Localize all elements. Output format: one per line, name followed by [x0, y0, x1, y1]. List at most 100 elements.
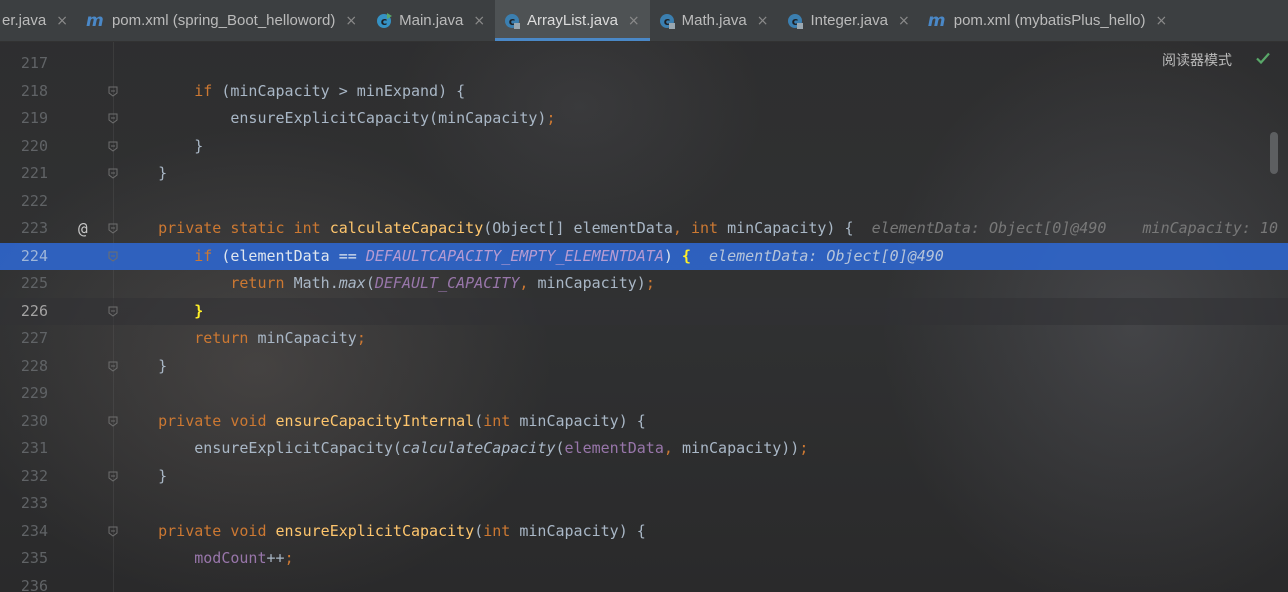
close-tab-icon[interactable]: × — [628, 13, 640, 29]
line-number[interactable]: 222 — [0, 188, 48, 216]
editor-tab[interactable]: c Math.java × — [650, 0, 779, 41]
inline-debug-value: elementData: Object[0]@490 minCapacity: … — [853, 219, 1278, 237]
line-number[interactable]: 233 — [0, 490, 48, 518]
line-number[interactable]: 236 — [0, 573, 48, 592]
line-number[interactable]: 219 — [0, 105, 48, 133]
code-line[interactable]: 218 if (minCapacity > minExpand) { — [0, 78, 1288, 106]
code-token: private static int — [158, 219, 330, 237]
editor-tab[interactable]: m pom.xml (spring_Boot_helloword) × — [78, 0, 367, 41]
code-token: ( — [365, 274, 375, 292]
reader-mode-button[interactable]: 阅读器模式 — [1162, 50, 1232, 70]
fold-marker-icon[interactable] — [108, 526, 118, 537]
close-tab-icon[interactable]: × — [1155, 13, 1167, 29]
code-token: minCapacity)) — [681, 439, 800, 457]
code-line[interactable]: 233 — [0, 490, 1288, 518]
code-token: } — [158, 466, 168, 485]
code-line[interactable]: 224 if (elementData == DEFAULTCAPACITY_E… — [0, 242, 1288, 271]
line-number[interactable]: 229 — [0, 380, 48, 408]
code-line[interactable]: 231 ensureExplicitCapacity(calculateCapa… — [0, 435, 1288, 463]
line-number[interactable]: 225 — [0, 270, 48, 298]
code-line[interactable]: 226 } — [0, 297, 1288, 326]
code-line[interactable]: 236 — [0, 573, 1288, 592]
code-token: , — [672, 219, 691, 237]
editor-tab[interactable]: c Integer.java × — [778, 0, 919, 41]
code-line[interactable]: 229 — [0, 380, 1288, 408]
close-tab-icon[interactable]: × — [473, 13, 485, 29]
editor-tab[interactable]: c ArrayList.java × — [495, 0, 650, 41]
code-text: } — [122, 463, 167, 491]
inspection-ok-icon[interactable] — [1254, 49, 1272, 67]
code-token: if — [194, 81, 213, 100]
code-token: ; — [799, 439, 809, 457]
line-number[interactable]: 234 — [0, 518, 48, 546]
code-line[interactable]: 235 modCount++; — [0, 545, 1288, 573]
line-number[interactable]: 228 — [0, 353, 48, 381]
line-number[interactable]: 223 — [0, 215, 48, 243]
code-token: , — [519, 274, 538, 292]
code-line[interactable]: 230 private void ensureCapacityInternal(… — [0, 408, 1288, 436]
line-number[interactable]: 220 — [0, 133, 48, 161]
editor-tab[interactable]: c Main.java × — [367, 0, 495, 41]
editor-tab[interactable]: m pom.xml (mybatisPlus_hello) × — [920, 0, 1177, 41]
fold-marker-icon[interactable] — [108, 251, 118, 262]
fold-marker-icon[interactable] — [108, 141, 118, 152]
code-line[interactable]: 221 } — [0, 160, 1288, 188]
code-text: } — [122, 133, 203, 161]
fold-marker-icon[interactable] — [108, 361, 118, 372]
line-number[interactable]: 226 — [0, 298, 48, 326]
editor-tab[interactable]: er.java × — [0, 0, 78, 41]
line-number[interactable]: 230 — [0, 408, 48, 436]
code-token: minCapacity — [257, 329, 357, 347]
code-token: int — [483, 411, 520, 430]
line-number[interactable]: 227 — [0, 325, 48, 353]
code-token: ensureExplicitCapacity( — [194, 439, 402, 457]
inline-debug-value: elementData: Object[0]@490 — [690, 246, 944, 265]
code-token: (minCapacity > minExpand) { — [212, 81, 466, 100]
close-tab-icon[interactable]: × — [757, 13, 769, 29]
fold-marker-icon[interactable] — [108, 306, 118, 317]
code-line[interactable]: 228 } — [0, 353, 1288, 381]
close-tab-icon[interactable]: × — [345, 13, 357, 29]
line-number[interactable]: 224 — [0, 243, 48, 271]
code-token: (Object[] elementData — [483, 219, 673, 237]
close-tab-icon[interactable]: × — [56, 13, 68, 29]
line-number[interactable]: 217 — [0, 50, 48, 78]
editor-tab-label: Main.java — [399, 12, 464, 29]
fold-marker-icon[interactable] — [108, 471, 118, 482]
fold-marker-icon[interactable] — [108, 416, 118, 427]
editor-tab-label: pom.xml (mybatisPlus_hello) — [953, 12, 1146, 29]
line-number[interactable]: 231 — [0, 435, 48, 463]
code-line[interactable]: 222 — [0, 188, 1288, 216]
code-line[interactable]: 227 return minCapacity; — [0, 325, 1288, 353]
code-line[interactable]: 225 return Math.max(DEFAULT_CAPACITY, mi… — [0, 270, 1288, 298]
vertical-scrollbar-thumb[interactable] — [1270, 132, 1278, 174]
code-text: private static int calculateCapacity(Obj… — [122, 215, 1278, 243]
code-line[interactable]: 220 } — [0, 133, 1288, 161]
fold-marker-icon[interactable] — [108, 113, 118, 124]
java-class-icon: c — [786, 12, 804, 30]
code-token: { — [681, 246, 691, 265]
line-number[interactable]: 218 — [0, 78, 48, 106]
code-token: if — [194, 246, 213, 265]
code-line[interactable]: 234 private void ensureExplicitCapacity(… — [0, 518, 1288, 546]
editor-tab-label: ArrayList.java — [527, 12, 618, 29]
code-line[interactable]: 223 @ private static int calculateCapacit… — [0, 215, 1288, 243]
code-text: return minCapacity; — [122, 325, 366, 353]
line-number[interactable]: 232 — [0, 463, 48, 491]
code-token: private void — [158, 411, 276, 430]
code-editor[interactable]: 217 218 if (minCapacity > minExpand) {219… — [0, 42, 1288, 592]
code-line[interactable]: 219 ensureExplicitCapacity(minCapacity); — [0, 105, 1288, 133]
code-token: ( — [474, 411, 484, 430]
code-token: minCapacity) { — [727, 219, 854, 237]
fold-marker-icon[interactable] — [108, 168, 118, 179]
line-number[interactable]: 235 — [0, 545, 48, 573]
fold-marker-icon[interactable] — [108, 86, 118, 97]
fold-marker-icon[interactable] — [108, 223, 118, 234]
code-token: ensureCapacityInternal — [275, 411, 475, 430]
annotation-at-icon[interactable]: @ — [78, 215, 88, 243]
ide-window: er.java × m pom.xml (spring_Boot_helloword)… — [0, 0, 1288, 592]
code-line[interactable]: 217 — [0, 50, 1288, 78]
line-number[interactable]: 221 — [0, 160, 48, 188]
close-tab-icon[interactable]: × — [898, 13, 910, 29]
code-line[interactable]: 232 } — [0, 463, 1288, 491]
